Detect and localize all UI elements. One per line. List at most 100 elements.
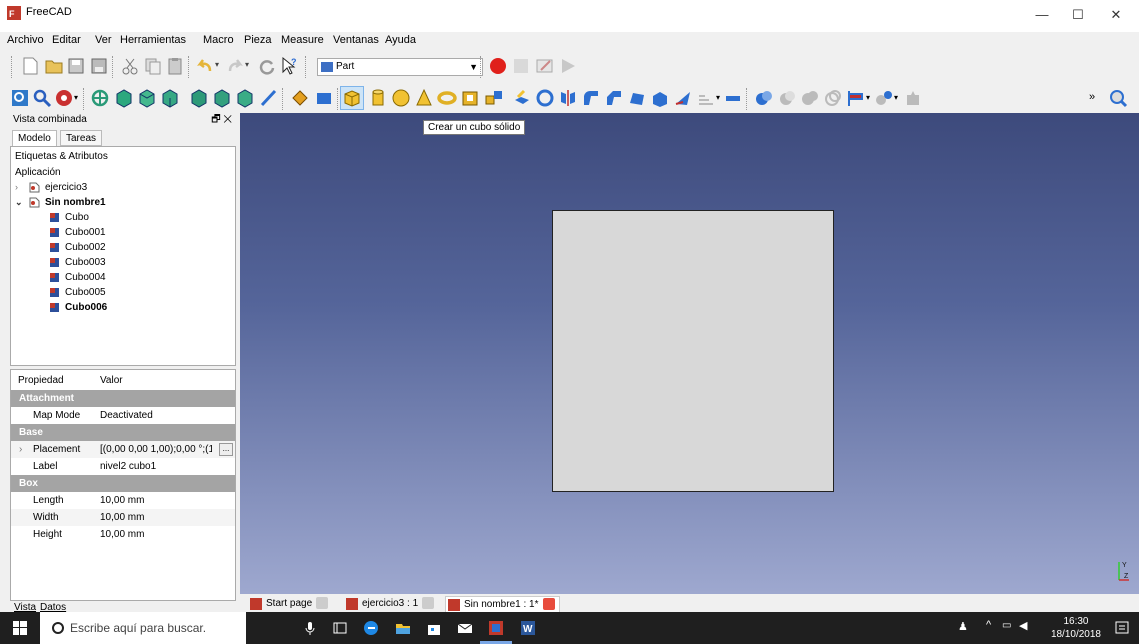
close-tab-icon[interactable] (316, 597, 329, 610)
undo-icon[interactable] (195, 56, 215, 76)
view-rear-icon[interactable] (189, 88, 209, 108)
task-view-icon[interactable] (332, 620, 348, 636)
macro-run-icon[interactable] (558, 56, 578, 76)
placement-edit-button[interactable]: ... (219, 443, 233, 456)
property-value[interactable]: 10,00 mm (100, 526, 222, 543)
loft-icon[interactable] (673, 88, 693, 108)
3d-viewport[interactable]: Crear un cubo sólido Y Z (240, 113, 1139, 594)
word-icon[interactable]: W (520, 620, 536, 636)
menu-ayuda[interactable]: Ayuda (385, 34, 416, 46)
windows-start-icon[interactable] (13, 621, 27, 635)
chevron-up-icon[interactable]: ^ (986, 619, 991, 631)
macro-record-icon[interactable] (488, 56, 508, 76)
maximize-button[interactable]: ☐ (1063, 4, 1093, 26)
draw-style-icon[interactable] (54, 88, 74, 108)
cut-icon[interactable] (120, 56, 140, 76)
compound-icon[interactable] (874, 88, 894, 108)
paste-icon[interactable] (165, 56, 185, 76)
close-button[interactable]: ✕ (1101, 4, 1131, 26)
volume-icon[interactable]: ◀ (1019, 619, 1027, 632)
measure-linear-icon[interactable] (1108, 88, 1128, 108)
boolean-icon[interactable] (754, 88, 774, 108)
property-value[interactable]: 10,00 mm (100, 509, 222, 526)
taskbar-search[interactable]: Escribe aquí para buscar. (40, 612, 246, 644)
ruled-surface-icon[interactable] (650, 88, 670, 108)
extrude-icon[interactable] (512, 88, 532, 108)
new-document-icon[interactable] (20, 56, 40, 76)
fuse-icon[interactable] (800, 88, 820, 108)
property-value[interactable]: Deactivated (100, 407, 222, 424)
menu-measure[interactable]: Measure (281, 34, 324, 46)
workbench-selector[interactable]: Part ▼ (317, 58, 483, 76)
doc-tab-start-page[interactable]: Start page (248, 596, 329, 612)
chamfer-icon[interactable] (604, 88, 624, 108)
fit-all-icon[interactable] (10, 88, 30, 108)
property-value[interactable]: 10,00 mm (100, 492, 222, 509)
section-icon[interactable] (723, 88, 743, 108)
create-sphere-icon[interactable] (391, 88, 411, 108)
view-front-icon[interactable] (114, 88, 134, 108)
system-clock[interactable]: 16:30 18/10/2018 (1051, 615, 1101, 641)
mail-icon[interactable] (457, 620, 473, 636)
create-cone-icon[interactable] (414, 88, 434, 108)
menu-ver[interactable]: Ver (95, 34, 112, 46)
tab-modelo[interactable]: Modelo (12, 130, 57, 146)
property-row-label[interactable]: Label nivel2 cubo1 (11, 458, 235, 475)
cube-model[interactable] (552, 210, 834, 492)
save-icon[interactable] (66, 56, 86, 76)
check-geometry-icon[interactable] (903, 88, 923, 108)
view-right-icon[interactable] (160, 88, 180, 108)
property-row-map-mode[interactable]: Map Mode Deactivated (11, 407, 235, 424)
people-icon[interactable]: ♟ (958, 620, 968, 633)
chevron-down-icon[interactable]: ⌄ (15, 195, 23, 210)
cut-boolean-icon[interactable] (777, 88, 797, 108)
property-value[interactable]: [(0,00 0,00 1,00);0,00 °;(10, (100, 441, 212, 458)
property-value[interactable]: nivel2 cubo1 (100, 458, 222, 475)
part-workbench-icon[interactable] (290, 88, 310, 108)
join-dropdown-icon[interactable]: ▾ (866, 93, 870, 102)
common-icon[interactable] (823, 88, 843, 108)
menu-editar[interactable]: Editar (52, 34, 81, 46)
freecad-taskbar-icon[interactable] (488, 620, 504, 636)
undock-close-icon[interactable]: 🗗 ✕ (211, 113, 232, 127)
chevron-right-icon[interactable]: › (15, 180, 18, 195)
close-tab-icon[interactable] (422, 597, 435, 610)
make-face-icon[interactable] (627, 88, 647, 108)
doc-tab-ejercicio3[interactable]: ejercicio3 : 1 (344, 596, 435, 612)
toolbar-overflow-icon[interactable]: » (1089, 91, 1095, 103)
store-icon[interactable] (426, 620, 442, 636)
copy-icon[interactable] (143, 56, 163, 76)
create-cylinder-icon[interactable] (368, 88, 388, 108)
property-row-height[interactable]: Height 10,00 mm (11, 526, 235, 543)
create-torus-icon[interactable] (437, 88, 457, 108)
draw-style-dropdown-icon[interactable]: ▾ (74, 93, 78, 102)
mirror-icon[interactable] (558, 88, 578, 108)
view-bottom-icon[interactable] (212, 88, 232, 108)
menu-ventanas[interactable]: Ventanas (333, 34, 379, 46)
save-as-icon[interactable] (89, 56, 109, 76)
view-axonometric-icon[interactable] (90, 88, 110, 108)
tab-tareas[interactable]: Tareas (60, 130, 103, 146)
fillet-icon[interactable] (581, 88, 601, 108)
redo-dropdown-icon[interactable]: ▾ (245, 60, 249, 69)
view-top-icon[interactable] (137, 88, 157, 108)
file-explorer-icon[interactable] (395, 620, 411, 636)
property-row-placement[interactable]: › Placement [(0,00 0,00 1,00);0,00 °;(10… (11, 441, 235, 458)
sweep-icon[interactable] (696, 88, 716, 108)
join-features-icon[interactable] (846, 88, 866, 108)
measure-distance-icon[interactable] (259, 88, 279, 108)
create-primitives-icon[interactable] (484, 88, 504, 108)
menu-macro[interactable]: Macro (203, 34, 234, 46)
section-dropdown-icon[interactable]: ▾ (716, 93, 720, 102)
refresh-icon[interactable] (257, 56, 277, 76)
box-selection-icon[interactable] (314, 88, 334, 108)
toolbar-grip[interactable] (11, 56, 13, 78)
create-tube-icon[interactable] (460, 88, 480, 108)
doc-tab-sin-nombre1[interactable]: Sin nombre1 : 1* (445, 596, 560, 612)
menu-pieza[interactable]: Pieza (244, 34, 272, 46)
minimize-button[interactable]: — (1027, 4, 1057, 26)
whats-this-icon[interactable]: ? (279, 56, 299, 76)
close-tab-icon[interactable] (542, 598, 555, 611)
edge-browser-icon[interactable] (363, 620, 379, 636)
open-folder-icon[interactable] (44, 56, 64, 76)
